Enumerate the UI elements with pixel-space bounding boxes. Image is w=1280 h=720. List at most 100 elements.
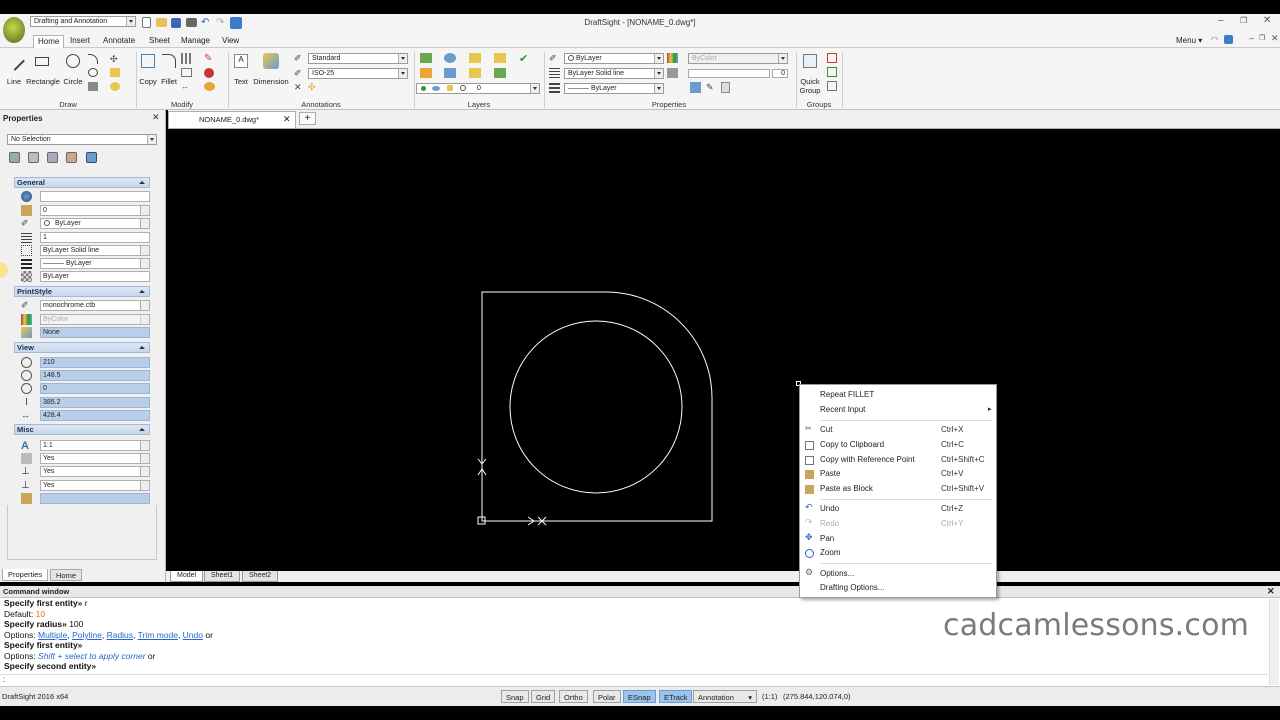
- menu-item-undo[interactable]: ↶ Undo Ctrl+Z: [800, 502, 996, 516]
- menu-item-recent-input[interactable]: Recent Input ▸: [800, 403, 996, 417]
- etrack-toggle[interactable]: ETrack: [659, 690, 693, 703]
- snap-toggle[interactable]: Snap: [501, 690, 529, 703]
- spline-tool-icon[interactable]: ✣: [110, 54, 120, 64]
- command-window-close-icon[interactable]: ✕: [1267, 586, 1275, 597]
- group-edit-icon[interactable]: [827, 53, 837, 63]
- center-z-field[interactable]: 0: [40, 383, 150, 394]
- group-remove-icon[interactable]: [827, 81, 837, 91]
- properties-icon[interactable]: [721, 82, 730, 93]
- sheet-tab-sheet2[interactable]: Sheet2: [242, 571, 279, 582]
- menu-item-paste-as-block[interactable]: Paste as Block Ctrl+Shift+V: [800, 482, 996, 496]
- polyline-tool-icon[interactable]: [88, 68, 98, 77]
- cmd-option-trim-mode[interactable]: Trim mode: [138, 630, 178, 640]
- color-select[interactable]: ByLayer: [564, 53, 664, 64]
- match-properties-icon[interactable]: ✐: [549, 53, 560, 63]
- qat-customize-icon[interactable]: [230, 17, 242, 29]
- panel-tab-home[interactable]: Home: [50, 569, 83, 581]
- printstyle-table-field[interactable]: monochrome.ctb: [40, 300, 150, 311]
- erase-tool-icon[interactable]: ✎: [204, 53, 215, 64]
- cmd-option-radius[interactable]: Radius: [107, 630, 133, 640]
- table-tool-icon[interactable]: ✣: [308, 82, 318, 92]
- layer-isolate-icon[interactable]: [494, 53, 506, 63]
- transparency-value[interactable]: 0: [772, 69, 788, 78]
- save-icon[interactable]: [171, 18, 181, 28]
- general-section-header[interactable]: General: [14, 177, 150, 188]
- copy-button[interactable]: Copy: [137, 77, 159, 86]
- print-icon[interactable]: [186, 18, 197, 27]
- printstyle-color-field[interactable]: ByColor: [40, 314, 150, 325]
- misc-section-header[interactable]: Misc: [14, 424, 150, 435]
- dimension-tool-icon[interactable]: [263, 53, 279, 69]
- menu-item-zoom[interactable]: Zoom: [800, 546, 996, 560]
- lineweight-select[interactable]: ——— ByLayer: [564, 83, 664, 94]
- properties-panel-close-icon[interactable]: ✕: [152, 112, 160, 123]
- printstyle-attached-field[interactable]: None: [40, 327, 150, 338]
- line-button[interactable]: Line: [4, 77, 24, 86]
- region-tool-icon[interactable]: [110, 82, 120, 91]
- minimize-ribbon-icon[interactable]: ◠: [1211, 35, 1218, 44]
- selection-select[interactable]: No Selection: [7, 134, 157, 145]
- layer-lock-icon[interactable]: [469, 68, 481, 78]
- print-color-select[interactable]: ByColor: [688, 53, 788, 64]
- filleted-outline[interactable]: [481, 291, 713, 522]
- tab-annotate[interactable]: Annotate: [99, 35, 139, 48]
- linestyle-select[interactable]: ByLayer Solid line: [564, 68, 664, 79]
- ucs-icon-on-field[interactable]: Yes: [40, 453, 150, 464]
- document-tab[interactable]: NONAME_0.dwg* ✕: [168, 111, 296, 128]
- menu-button[interactable]: Menu ▾: [1176, 36, 1202, 45]
- layer-manager-icon[interactable]: [420, 53, 432, 63]
- rotate-tool-icon[interactable]: ↔: [181, 82, 192, 91]
- linestyle-icon[interactable]: [549, 68, 560, 78]
- workspace-select[interactable]: Drafting and Annotation: [30, 16, 136, 27]
- open-folder-icon[interactable]: [156, 18, 167, 27]
- drawing-canvas[interactable]: [168, 129, 1280, 571]
- circle-tool-icon[interactable]: [66, 54, 80, 68]
- center-x-field[interactable]: 210: [40, 357, 150, 368]
- stretch-tool-icon[interactable]: [204, 82, 215, 91]
- center-y-field[interactable]: 148.5: [40, 370, 150, 381]
- leader-tool-icon[interactable]: ✕: [294, 82, 304, 92]
- document-tab-close-icon[interactable]: ✕: [283, 114, 291, 125]
- app-logo-icon[interactable]: [3, 17, 25, 43]
- layer-state-icon[interactable]: [444, 53, 456, 63]
- copy-tool-icon[interactable]: [141, 54, 155, 68]
- layer-freeze-icon[interactable]: [444, 68, 456, 78]
- array-tool-icon[interactable]: [181, 53, 192, 64]
- annotation-select[interactable]: Annotation ▾: [693, 690, 757, 703]
- line-tool-icon[interactable]: [5, 51, 25, 71]
- annotation-scale-field[interactable]: 1:1: [40, 440, 150, 451]
- tab-insert[interactable]: Insert: [66, 35, 94, 48]
- tab-sheet[interactable]: Sheet: [145, 35, 174, 48]
- annotation-scale-readout[interactable]: (1:1): [762, 692, 777, 701]
- minimize-button[interactable]: –: [1218, 15, 1224, 26]
- linecolor-property-field[interactable]: ByLayer: [40, 218, 150, 229]
- view-width-field[interactable]: 428.4: [40, 410, 150, 421]
- lineweight-property-field[interactable]: ——— ByLayer: [40, 258, 150, 269]
- fillet-tool-icon[interactable]: [162, 54, 176, 68]
- text-style-select[interactable]: Standard: [308, 53, 408, 64]
- new-file-icon[interactable]: [142, 17, 151, 28]
- sheet-tab-sheet1[interactable]: Sheet1: [204, 571, 241, 582]
- doc-minimize-button[interactable]: –: [1249, 33, 1254, 43]
- quick-select-icon[interactable]: [47, 152, 58, 163]
- menu-item-options[interactable]: ⚙ Options...: [800, 567, 996, 581]
- doc-close-button[interactable]: ✕: [1271, 33, 1279, 44]
- layer-select[interactable]: 0: [416, 83, 540, 94]
- ucs-icon-at-origin-field[interactable]: Yes: [40, 466, 150, 477]
- esnap-toggle[interactable]: ESnap: [623, 690, 656, 703]
- color-property-field[interactable]: [40, 191, 150, 202]
- rectangle-button[interactable]: Rectangle: [25, 77, 61, 86]
- undo-icon[interactable]: ↶: [201, 18, 211, 28]
- arc-tool-icon[interactable]: [88, 54, 98, 64]
- command-scrollbar[interactable]: [1269, 599, 1279, 685]
- text-button[interactable]: Text: [230, 77, 252, 86]
- cmd-option-polyline[interactable]: Polyline: [72, 630, 102, 640]
- ucs-per-viewport-field[interactable]: Yes: [40, 480, 150, 491]
- sheet-tab-model[interactable]: Model: [170, 571, 204, 582]
- point-tool-icon[interactable]: [88, 82, 98, 91]
- menu-item-copy-with-reference-point[interactable]: Copy with Reference Point Ctrl+Shift+C: [800, 453, 996, 467]
- grid-toggle[interactable]: Grid: [531, 690, 556, 703]
- drawn-circle[interactable]: [509, 320, 683, 494]
- list-icon[interactable]: [690, 82, 701, 93]
- menu-item-cut[interactable]: ✂ Cut Ctrl+X: [800, 423, 996, 437]
